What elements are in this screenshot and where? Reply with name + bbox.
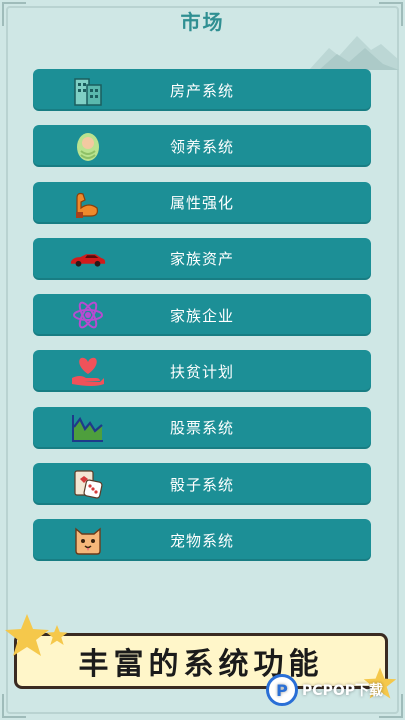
menu-item-label: 房产系统: [169, 81, 234, 100]
menu-item-label: 宠物系统: [169, 531, 234, 550]
menu-item-real-estate[interactable]: 房产系统: [33, 69, 371, 111]
watermark-text: PCPOP下载: [302, 683, 383, 699]
pet-icon: [69, 521, 107, 559]
car-icon: [69, 240, 107, 278]
market-menu: 房产系统 领养系统 属性强化 家族资产 家族企业 扶贫计划 股票系统 骰子系统 …: [33, 69, 371, 576]
watermark: P PCPOP下载: [266, 674, 383, 706]
dice-icon: [69, 465, 107, 503]
menu-item-label: 扶贫计划: [169, 362, 234, 381]
menu-item-label: 家族资产: [169, 250, 234, 269]
menu-item-label: 骰子系统: [169, 475, 234, 494]
menu-item-label: 股票系统: [169, 419, 234, 438]
watermark-logo-icon: P: [266, 674, 299, 706]
menu-item-label: 领养系统: [169, 137, 234, 156]
menu-item-family-business[interactable]: 家族企业: [33, 294, 371, 337]
menu-item-poverty-relief[interactable]: 扶贫计划: [33, 350, 371, 393]
star-icon: [5, 614, 49, 656]
menu-item-stocks[interactable]: 股票系统: [33, 406, 371, 449]
menu-item-label: 家族企业: [169, 306, 234, 325]
menu-item-attribute-boost[interactable]: 属性强化: [33, 181, 371, 224]
atom-icon: [69, 296, 107, 334]
menu-item-label: 属性强化: [169, 194, 234, 213]
star-icon: [46, 624, 68, 646]
heart-hand-icon: [69, 352, 107, 390]
muscle-arm-icon: [69, 184, 107, 222]
menu-item-family-assets[interactable]: 家族资产: [33, 237, 371, 280]
baby-icon: [69, 127, 107, 165]
page-title: 市场: [180, 10, 225, 34]
menu-item-dice[interactable]: 骰子系统: [33, 463, 371, 506]
menu-item-adoption[interactable]: 领养系统: [33, 125, 371, 168]
stock-chart-icon: [69, 409, 107, 447]
building-icon: [69, 71, 107, 109]
frame-corner: [2, 694, 26, 718]
menu-item-pets[interactable]: 宠物系统: [33, 519, 371, 562]
mountain-decoration-icon: [309, 36, 399, 70]
